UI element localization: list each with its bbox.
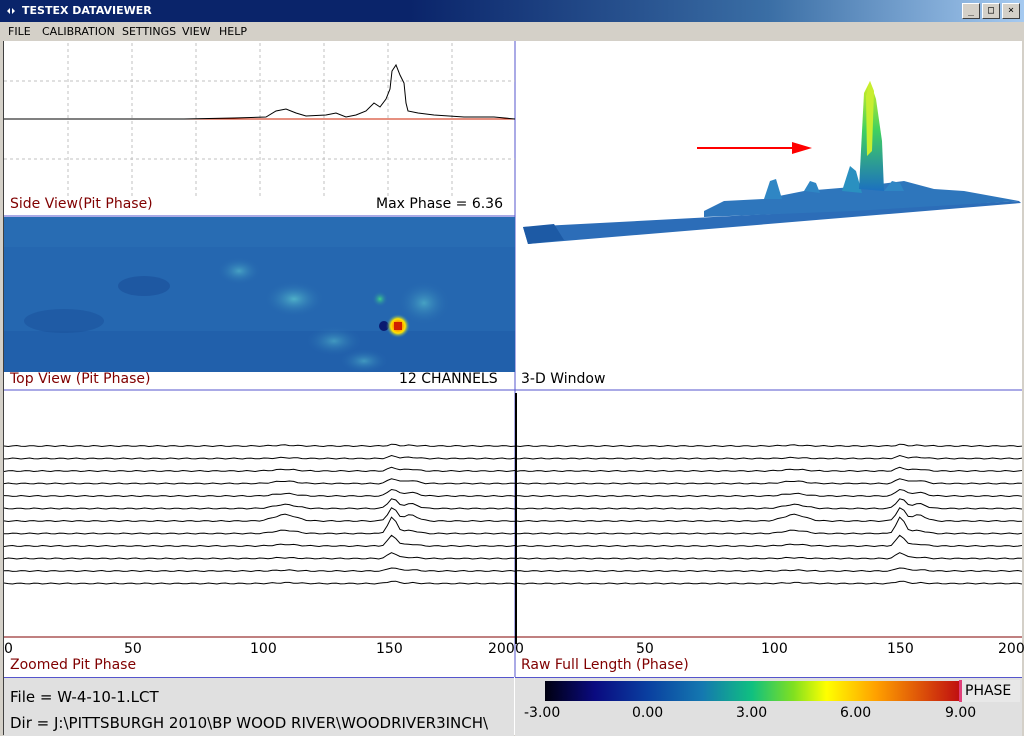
file-name: File = W-4-10-1.LCT — [10, 688, 159, 706]
raw-tick-50: 50 — [636, 641, 654, 657]
menu-bar: FILE CALIBRATION SETTINGS VIEW HELP — [0, 22, 1024, 41]
red-arrow-icon — [697, 142, 812, 154]
raw-trace-channel-8 — [516, 516, 1022, 535]
minimize-icon[interactable]: _ — [962, 3, 980, 19]
zoomed-tick-50: 50 — [124, 641, 142, 657]
zoomed-trace-channel-11 — [4, 567, 516, 573]
zoomed-trace-channel-4 — [4, 478, 516, 485]
client-area: Side View(Pit Phase) Max Phase = 6.36 To… — [3, 41, 1024, 736]
close-icon[interactable]: × — [1002, 3, 1020, 19]
zoomed-trace-channel-7 — [4, 507, 516, 523]
zoomed-trace-channel-9 — [4, 534, 516, 548]
menu-settings[interactable]: SETTINGS — [122, 25, 176, 38]
raw-full-length-label: Raw Full Length (Phase) — [521, 657, 689, 673]
raw-trace-channel-5 — [515, 488, 1022, 498]
zoomed-trace-channel-3 — [4, 466, 516, 473]
raw-tick-200: 200 — [998, 641, 1024, 657]
raw-tick-100: 100 — [761, 641, 788, 657]
max-phase-readout: Max Phase = 6.36 — [376, 196, 503, 212]
raw-trace-channel-2 — [515, 454, 1022, 460]
raw-trace-channel-3 — [515, 466, 1022, 473]
colorbar-tick-0: -3.00 — [524, 705, 561, 721]
menu-file[interactable]: FILE — [8, 25, 31, 38]
raw-trace-channel-10 — [515, 552, 1022, 560]
three-d-surface — [523, 81, 1021, 244]
zoomed-tick-200: 200 — [488, 641, 515, 657]
zoomed-trace-channel-8 — [4, 516, 516, 535]
menu-help[interactable]: HELP — [219, 25, 247, 38]
colorbar-tick-2: 3.00 — [736, 705, 768, 721]
colorbar-tick-3: 6.00 — [840, 705, 872, 721]
window-title: TESTEX DATAVIEWER — [22, 4, 152, 17]
colorbar-panel: PHASE -3.00 0.00 3.00 6.00 9.00 — [515, 677, 1022, 736]
top-view-heatmap — [4, 217, 515, 373]
colorbar-title: PHASE — [965, 683, 1012, 699]
raw-trace-channel-1 — [515, 443, 1022, 448]
zoomed-tick-0: 0 — [4, 641, 13, 657]
zoomed-trace-channel-10 — [4, 552, 516, 560]
raw-trace-channel-9 — [515, 534, 1022, 548]
zoomed-tick-150: 150 — [376, 641, 403, 657]
raw-tick-150: 150 — [887, 641, 914, 657]
side-view-label: Side View(Pit Phase) — [10, 196, 153, 212]
zoomed-trace-channel-6 — [4, 498, 516, 510]
zoomed-trace-channel-2 — [4, 454, 516, 460]
maximize-icon[interactable]: □ — [982, 3, 1000, 19]
title-bar[interactable]: TESTEX DATAVIEWER _ □ × — [0, 0, 1024, 22]
status-panel: File = W-4-10-1.LCT Dir = J:\PITTSBURGH … — [4, 677, 514, 736]
app-icon — [7, 8, 15, 14]
raw-trace-channel-7 — [515, 507, 1022, 523]
menu-calibration[interactable]: CALIBRATION — [42, 25, 115, 38]
zoomed-pit-label: Zoomed Pit Phase — [10, 657, 137, 673]
menu-view[interactable]: VIEW — [182, 25, 211, 38]
raw-trace-channel-6 — [515, 498, 1022, 510]
side-view-trace — [183, 63, 516, 120]
raw-trace-channel-4 — [515, 478, 1022, 485]
colorbar-tick-4: 9.00 — [945, 705, 977, 721]
top-view-label: Top View (Pit Phase) — [10, 371, 151, 387]
zoomed-trace-channel-1 — [4, 443, 516, 448]
plots-canvas — [4, 41, 1022, 677]
three-d-window-label: 3-D Window — [521, 371, 606, 387]
channels-readout: 12 CHANNELS — [399, 371, 498, 387]
directory-path: Dir = J:\PITTSBURGH 2010\BP WOOD RIVER\W… — [10, 714, 489, 732]
zoomed-traces — [4, 443, 516, 585]
zoomed-trace-channel-5 — [4, 488, 516, 498]
zoomed-trace-channel-12 — [4, 580, 516, 585]
phase-badge: PHASE — [959, 680, 1020, 702]
colorbar-tick-1: 0.00 — [632, 705, 664, 721]
raw-traces — [515, 443, 1022, 585]
zoomed-tick-100: 100 — [250, 641, 277, 657]
raw-trace-channel-12 — [515, 580, 1022, 585]
raw-trace-channel-11 — [515, 567, 1022, 573]
raw-tick-0: 0 — [515, 641, 524, 657]
